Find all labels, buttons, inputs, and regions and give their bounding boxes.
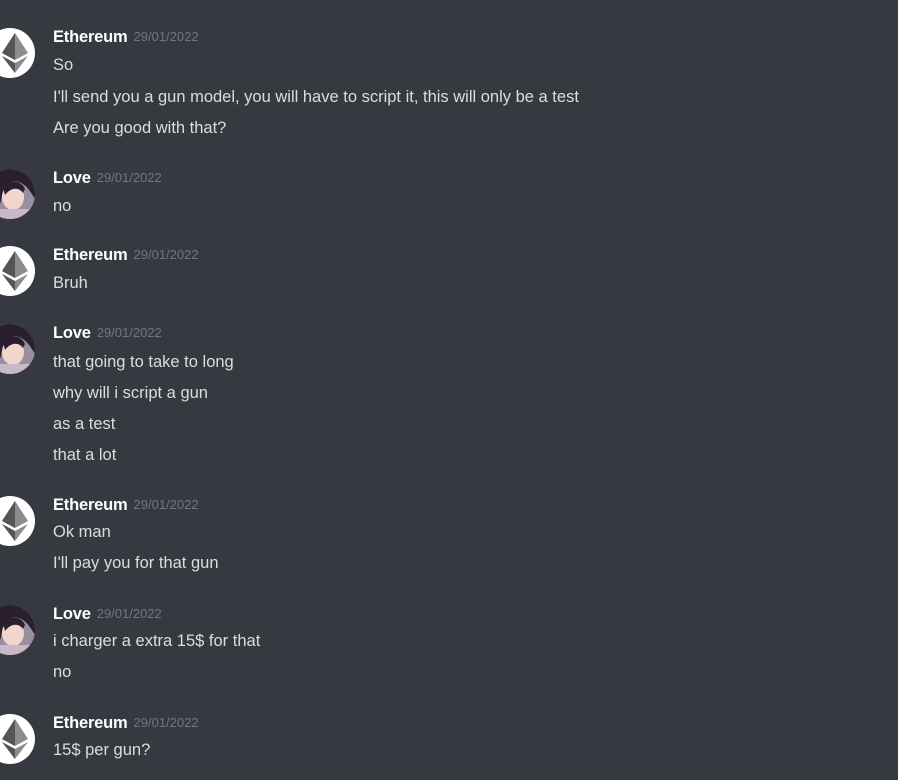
- username[interactable]: Ethereum: [53, 496, 128, 514]
- message-text: no: [53, 663, 72, 681]
- love-avatar-icon[interactable]: [0, 324, 35, 374]
- timestamp: 29/01/2022: [133, 497, 199, 512]
- message-text: no: [53, 197, 72, 215]
- ethereum-avatar-icon[interactable]: [0, 714, 35, 764]
- timestamp: 29/01/2022: [133, 29, 199, 44]
- love-avatar-icon[interactable]: [0, 605, 35, 655]
- timestamp: 29/01/2022: [133, 247, 199, 262]
- message-text: as a test: [53, 415, 116, 433]
- message-header: Love 29/01/2022: [53, 324, 162, 346]
- message-text: 15$ per gun?: [53, 741, 151, 759]
- message-text: Are you good with that?: [53, 119, 227, 137]
- message-text: that going to take to long: [53, 353, 234, 371]
- message-text: why will i script a gun: [53, 384, 208, 402]
- ethereum-avatar-icon[interactable]: [0, 246, 35, 296]
- username[interactable]: Love: [53, 324, 91, 342]
- username[interactable]: Love: [53, 169, 91, 187]
- message-text: I'll send you a gun model, you will have…: [53, 88, 579, 106]
- message-text: I'll pay you for that gun: [53, 554, 219, 572]
- timestamp: 29/01/2022: [133, 715, 199, 730]
- username[interactable]: Ethereum: [53, 28, 128, 46]
- timestamp: 29/01/2022: [96, 325, 162, 340]
- message-header: Love 29/01/2022: [53, 169, 162, 191]
- message-header: Love 29/01/2022: [53, 605, 162, 627]
- timestamp: 29/01/2022: [96, 170, 162, 185]
- message-text: that a lot: [53, 446, 117, 464]
- message-header: Ethereum 29/01/2022: [53, 28, 199, 50]
- love-avatar-icon[interactable]: [0, 169, 35, 219]
- username[interactable]: Ethereum: [53, 246, 128, 264]
- message-text: i charger a extra 15$ for that: [53, 632, 261, 650]
- message-text: Ok man: [53, 523, 111, 541]
- message-header: Ethereum 29/01/2022: [53, 496, 199, 518]
- ethereum-avatar-icon[interactable]: [0, 496, 35, 546]
- message-text: So: [53, 56, 74, 74]
- ethereum-avatar-icon[interactable]: [0, 28, 35, 78]
- username[interactable]: Love: [53, 605, 91, 623]
- username[interactable]: Ethereum: [53, 714, 128, 732]
- message-text: Bruh: [53, 274, 88, 292]
- timestamp: 29/01/2022: [96, 606, 162, 621]
- message-header: Ethereum 29/01/2022: [53, 714, 199, 736]
- message-header: Ethereum 29/01/2022: [53, 246, 199, 268]
